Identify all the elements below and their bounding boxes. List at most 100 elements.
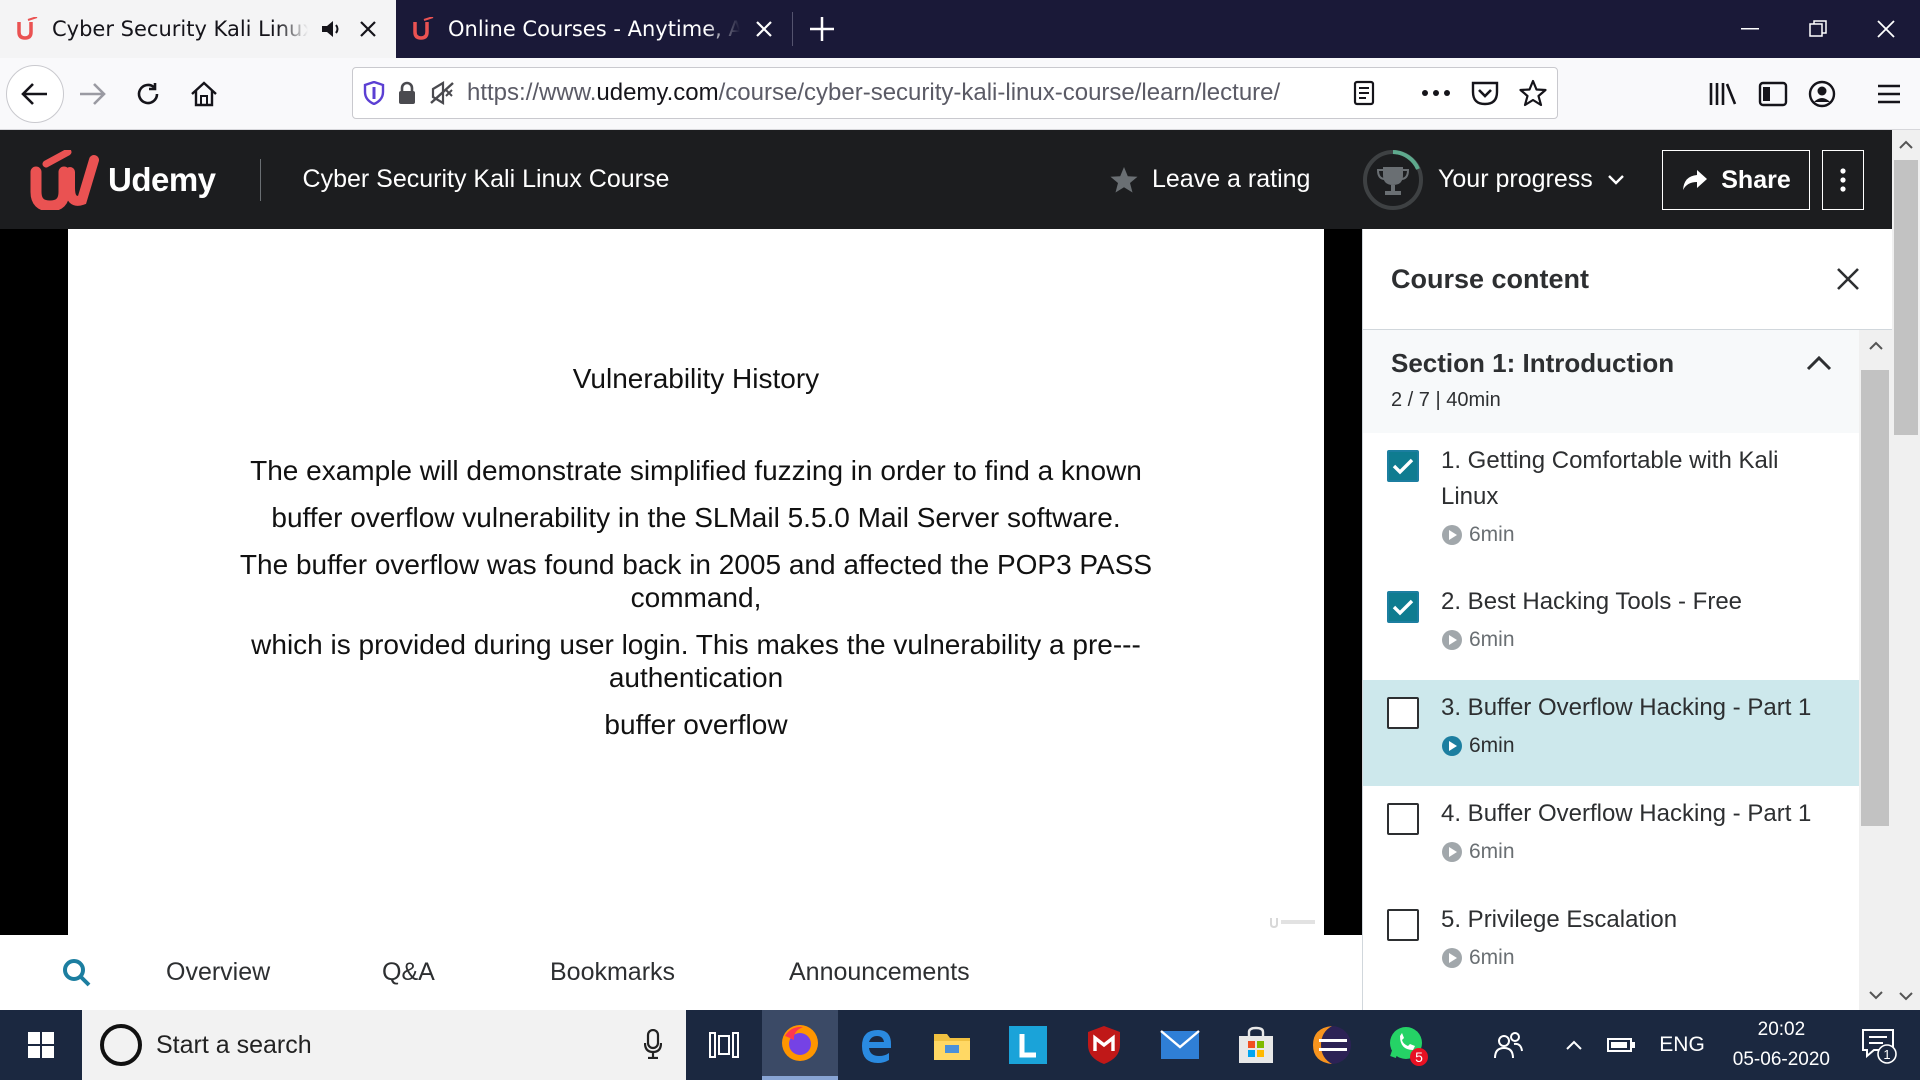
- lecture-checkbox[interactable]: [1387, 803, 1419, 835]
- sidebar-icon[interactable]: [1758, 81, 1788, 107]
- tab-bookmarks[interactable]: Bookmarks: [550, 935, 675, 1010]
- reader-view-icon[interactable]: [1353, 80, 1375, 106]
- page-actions-icon[interactable]: [1421, 89, 1451, 97]
- start-button[interactable]: [0, 1010, 82, 1080]
- lecture-tabs: Overview Q&A Bookmarks Announcements: [0, 935, 1362, 1010]
- whatsapp-icon: 5: [1390, 1027, 1428, 1066]
- udemy-favicon-icon: [17, 17, 38, 40]
- lecture-item[interactable]: 1. Getting Comfortable with Kali Linux 6…: [1363, 433, 1859, 574]
- clock-date: 05-06-2020: [1732, 1049, 1830, 1070]
- menu-icon[interactable]: [1876, 83, 1902, 105]
- search-icon[interactable]: [62, 958, 92, 988]
- scroll-up-arrow-icon[interactable]: [1892, 130, 1920, 158]
- notification-badge: 5: [1415, 1049, 1423, 1065]
- sidebar-scrollbar[interactable]: [1859, 330, 1892, 1010]
- clock-time: 20:02: [1757, 1019, 1806, 1040]
- close-sidebar-button[interactable]: [1832, 263, 1864, 295]
- reload-button[interactable]: [120, 66, 176, 122]
- section-header[interactable]: Section 1: Introduction 2 / 7 | 40min: [1363, 330, 1859, 433]
- home-button[interactable]: [176, 66, 232, 122]
- video-player[interactable]: Vulnerability History The example will d…: [0, 229, 1362, 935]
- folder-icon: [934, 1034, 970, 1060]
- bookmark-star-icon[interactable]: [1519, 79, 1547, 107]
- section-title: Section 1: Introduction: [1391, 348, 1675, 378]
- scroll-up-arrow-icon[interactable]: [1859, 330, 1892, 360]
- taskbar-firefox[interactable]: [762, 1010, 838, 1080]
- task-view-icon: [709, 1032, 739, 1058]
- pocket-icon[interactable]: [1471, 80, 1499, 106]
- slide-line: The example will demonstrate simplified …: [250, 455, 1142, 486]
- browser-tab[interactable]: Online Courses - Anytime, Anywhere: [396, 0, 792, 58]
- url-text: https://www.udemy.com/course/cyber-secur…: [467, 79, 1281, 106]
- taskbar-search-box[interactable]: Start a search: [82, 1010, 686, 1080]
- udemy-logo[interactable]: Udemy: [28, 149, 216, 210]
- library-icon[interactable]: [1708, 81, 1738, 107]
- page-scrollbar-thumb[interactable]: [1894, 160, 1918, 435]
- people-button[interactable]: [1481, 1010, 1535, 1080]
- course-title[interactable]: Cyber Security Kali Linux Course: [303, 165, 670, 194]
- restore-button[interactable]: [1784, 0, 1852, 58]
- tab-overview[interactable]: Overview: [166, 935, 270, 1010]
- language-indicator[interactable]: ENG: [1647, 1010, 1717, 1080]
- task-view-button[interactable]: [686, 1010, 762, 1080]
- close-tab-icon[interactable]: [752, 17, 776, 41]
- search-placeholder: Start a search: [156, 1030, 312, 1059]
- taskbar-edge[interactable]: [838, 1010, 914, 1080]
- lecture-checkbox[interactable]: [1387, 591, 1419, 623]
- taskbar-l-app[interactable]: [990, 1010, 1066, 1080]
- tab-announcements[interactable]: Announcements: [789, 935, 970, 1010]
- lecture-item-current[interactable]: 3. Buffer Overflow Hacking - Part 1 6min: [1363, 680, 1859, 786]
- tab-title: Online Courses - Anytime, Anywhere: [448, 17, 740, 41]
- scroll-down-arrow-icon[interactable]: [1859, 980, 1892, 1010]
- close-window-button[interactable]: [1852, 0, 1920, 58]
- progress-dropdown[interactable]: Your progress: [1362, 130, 1625, 229]
- lecture-checkbox[interactable]: [1387, 697, 1419, 729]
- tab-title: Cyber Security Kali Linux Course: [52, 17, 308, 41]
- toolbar-right: [1708, 58, 1920, 130]
- minimize-button[interactable]: [1716, 0, 1784, 58]
- chevron-down-icon: [1607, 174, 1624, 185]
- close-tab-icon[interactable]: [356, 17, 380, 41]
- back-button[interactable]: [6, 64, 64, 123]
- account-icon[interactable]: [1808, 80, 1836, 108]
- udemy-favicon-icon: [413, 17, 434, 40]
- new-tab-button[interactable]: [793, 0, 851, 58]
- lecture-checkbox[interactable]: [1387, 450, 1419, 482]
- windows-taskbar: Start a search 5 ENG 20:02 05-06-2020 1: [0, 1010, 1920, 1080]
- show-hidden-icons-button[interactable]: [1553, 1010, 1595, 1080]
- taskbar-eclipse[interactable]: [1294, 1010, 1370, 1080]
- lecture-slide: Vulnerability History The example will d…: [68, 229, 1324, 935]
- taskbar-file-explorer[interactable]: [914, 1010, 990, 1080]
- lecture-checkbox[interactable]: [1387, 909, 1419, 941]
- microphone-icon[interactable]: [644, 1029, 662, 1059]
- lecture-item[interactable]: 4. Buffer Overflow Hacking - Part 1 6min: [1363, 786, 1859, 892]
- clock[interactable]: 20:02 05-06-2020: [1717, 1015, 1846, 1075]
- lecture-item[interactable]: 2. Best Hacking Tools - Free 6min: [1363, 574, 1859, 680]
- sidebar-scrollbar-thumb[interactable]: [1861, 370, 1889, 826]
- action-center-button[interactable]: 1: [1846, 1010, 1920, 1080]
- lock-icon[interactable]: [397, 81, 417, 105]
- speaker-icon[interactable]: [320, 17, 344, 41]
- url-bar[interactable]: https://www.udemy.com/course/cyber-secur…: [352, 67, 1558, 119]
- scroll-down-arrow-icon[interactable]: [1892, 982, 1920, 1010]
- tab-qa[interactable]: Q&A: [382, 935, 435, 1010]
- course-content-sidebar: Course content Section 1: Introduction 2…: [1362, 229, 1892, 1010]
- forward-button[interactable]: [64, 66, 120, 122]
- taskbar-mcafee[interactable]: [1066, 1010, 1142, 1080]
- taskbar-whatsapp[interactable]: 5: [1370, 1010, 1446, 1080]
- browser-tab-active[interactable]: Cyber Security Kali Linux Course: [0, 0, 396, 58]
- page-scrollbar[interactable]: [1892, 130, 1920, 1010]
- autoplay-blocked-icon[interactable]: [429, 81, 455, 105]
- course-content-header: Course content: [1363, 229, 1892, 330]
- shield-icon[interactable]: [363, 81, 385, 105]
- taskbar-mail[interactable]: [1142, 1010, 1218, 1080]
- leave-rating-button[interactable]: Leave a rating: [1110, 130, 1310, 229]
- share-button[interactable]: Share: [1662, 150, 1810, 210]
- lecture-title: 5. Privilege Escalation: [1441, 906, 1678, 933]
- rating-label: Leave a rating: [1152, 165, 1311, 193]
- taskbar-store[interactable]: [1218, 1010, 1294, 1080]
- chevron-up-icon[interactable]: [1805, 350, 1833, 378]
- more-options-button[interactable]: [1822, 150, 1864, 210]
- lecture-item[interactable]: 5. Privilege Escalation 6min: [1363, 892, 1859, 998]
- battery-indicator[interactable]: [1595, 1010, 1647, 1080]
